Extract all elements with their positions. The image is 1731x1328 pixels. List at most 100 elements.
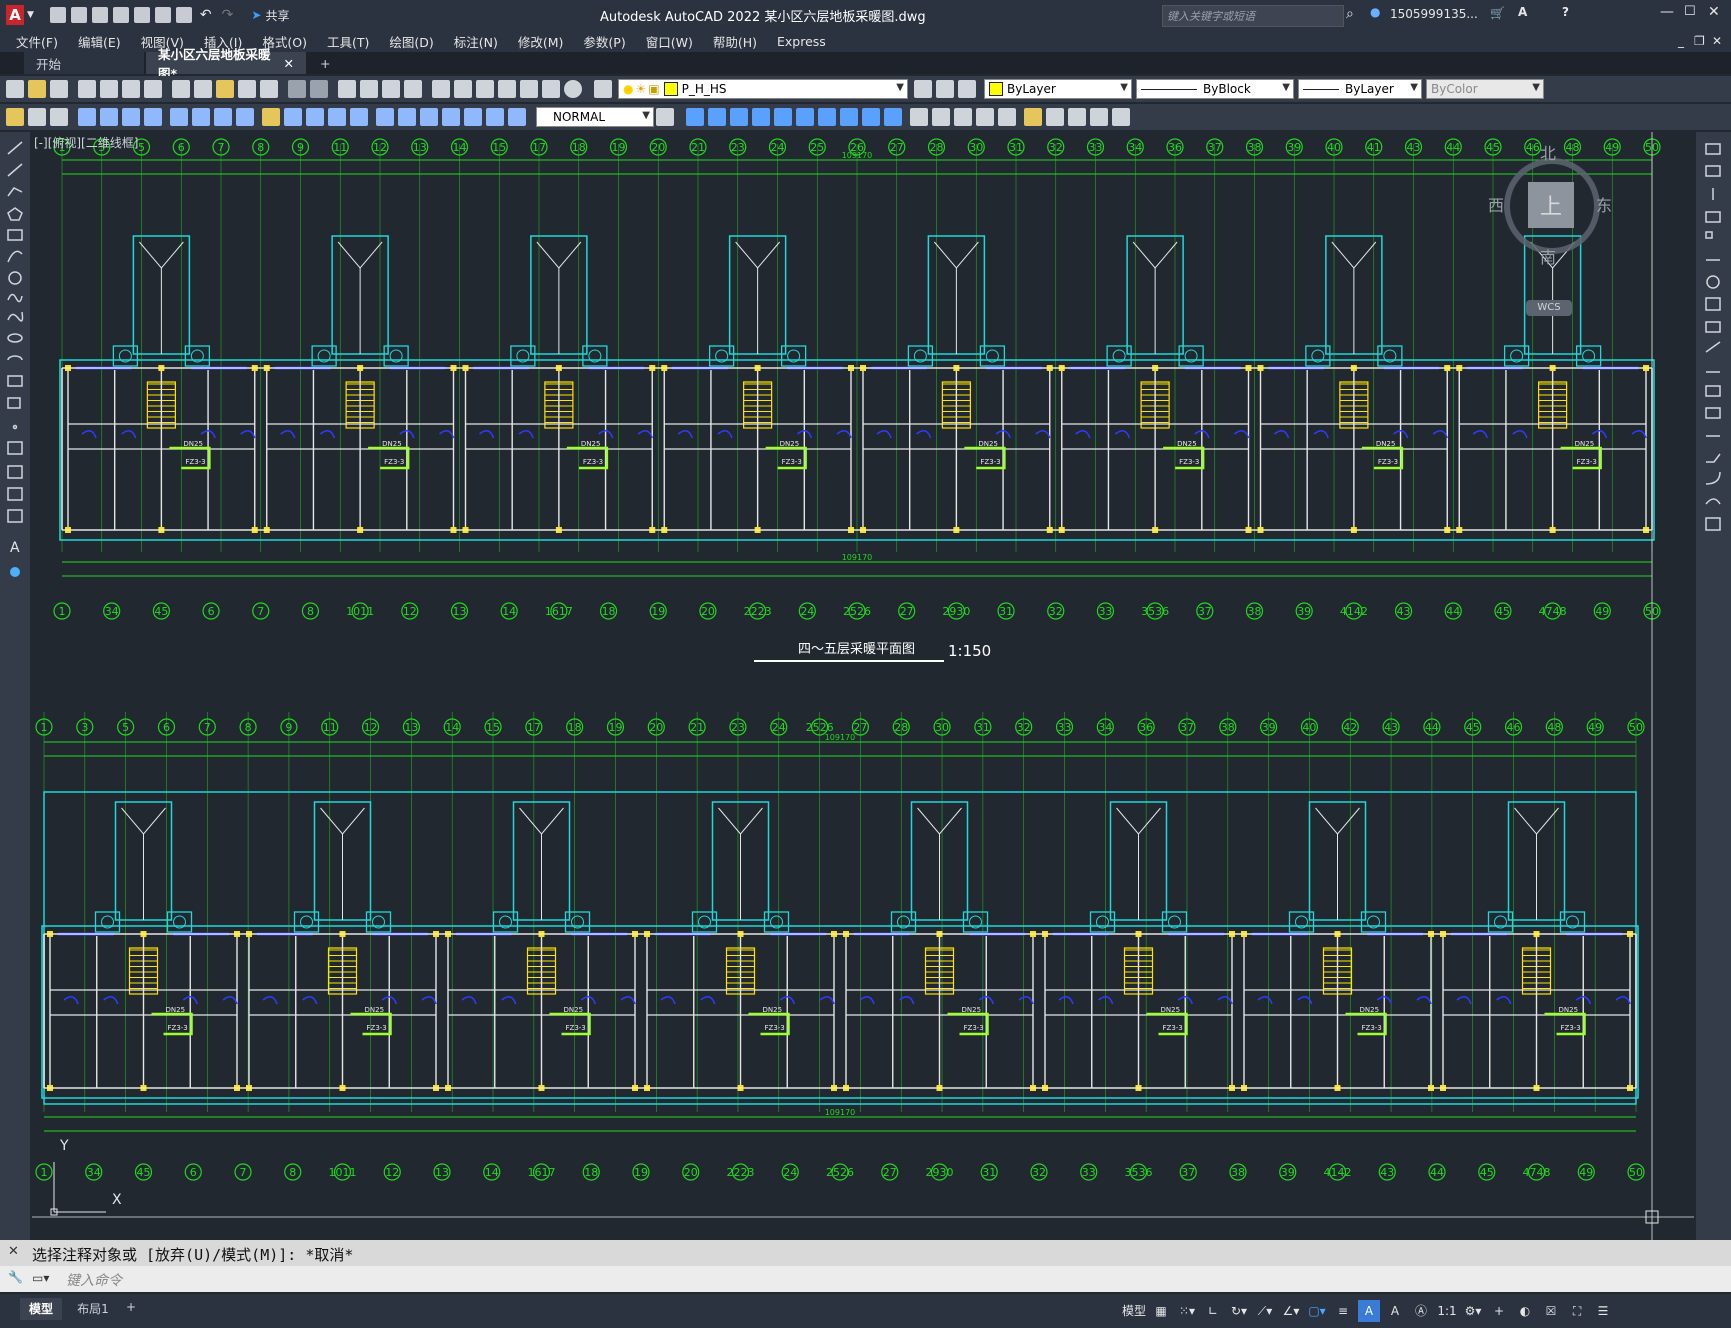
dim-style-icon[interactable] — [28, 108, 46, 126]
preview-icon[interactable] — [100, 80, 118, 98]
layer-dropdown[interactable]: ● ☀ ▣ P_H_HS ▼ — [618, 79, 908, 99]
color-dropdown[interactable]: ByLayer ▼ — [984, 79, 1132, 99]
save-web-icon[interactable] — [154, 7, 171, 23]
open-web-icon[interactable] — [133, 7, 150, 23]
compass-south[interactable]: 南 — [1540, 244, 1556, 268]
menu-express[interactable]: Express — [767, 34, 836, 49]
lineweight-dropdown[interactable]: ByLayer ▼ — [1298, 79, 1422, 99]
add-layout-button[interactable]: + — [126, 1300, 136, 1314]
autocad-logo[interactable]: A — [6, 5, 24, 25]
plot-tb-icon[interactable] — [78, 80, 96, 98]
make-current-layer-icon[interactable] — [914, 80, 932, 98]
model-space-button[interactable]: 模型 — [1122, 1300, 1146, 1322]
save-tb-icon[interactable] — [50, 80, 68, 98]
help-icon[interactable]: ? — [1562, 5, 1569, 19]
fillet-icon[interactable] — [976, 108, 994, 126]
continue-dim-icon[interactable] — [306, 108, 324, 126]
command-line[interactable]: 🔧 ▭▾ 键入命令 — [0, 1266, 1731, 1292]
wcs-button[interactable]: WCS — [1526, 300, 1572, 316]
radius-dim-icon[interactable] — [170, 108, 188, 126]
drawing-canvas[interactable]: [-][俯视][二维线框] 1 3 5 6 7 8 9 11 12 13 14 15 17 18 19 20 2… — [32, 132, 1694, 1240]
dim-update-icon[interactable] — [508, 108, 526, 126]
lock-icon[interactable]: ▣ — [648, 82, 659, 96]
help-tb-icon[interactable] — [564, 80, 582, 98]
tool-palettes-icon[interactable] — [476, 80, 494, 98]
layout-tab-model[interactable]: 模型 — [20, 1298, 62, 1320]
plotstyle-dropdown[interactable]: ByColor ▼ — [1426, 79, 1544, 99]
customize-icon[interactable]: 🔧 — [8, 1270, 23, 1284]
publish-icon[interactable] — [122, 80, 140, 98]
tab-close-icon[interactable]: ✕ — [284, 56, 294, 71]
doc-restore-button[interactable]: ❐ — [1694, 34, 1705, 48]
compass-north[interactable]: 北 — [1540, 140, 1556, 164]
rotate-icon[interactable] — [796, 108, 814, 126]
open-icon[interactable] — [28, 80, 46, 98]
angular-dim-icon[interactable] — [236, 108, 254, 126]
share-icon[interactable]: ➤ — [251, 8, 261, 22]
markup-icon[interactable] — [520, 80, 538, 98]
snap-icon[interactable]: ⁙▾ — [1176, 1300, 1198, 1322]
chamfer-icon[interactable] — [954, 108, 972, 126]
doc-close-button[interactable]: ✕ — [1712, 34, 1722, 48]
offset-icon[interactable] — [730, 108, 748, 126]
compass-east[interactable]: 东 — [1596, 192, 1612, 216]
annotation-scale-value[interactable]: 1:1 — [1436, 1300, 1458, 1322]
undo-tb-icon[interactable] — [288, 80, 306, 98]
copy-obj-icon[interactable] — [686, 108, 704, 126]
inspect-icon[interactable] — [420, 108, 438, 126]
mirror-icon[interactable] — [708, 108, 726, 126]
redo-tb-icon[interactable] — [310, 80, 328, 98]
share-button[interactable]: 共享 — [265, 7, 289, 24]
viewcube[interactable]: 上 北 南 西 东 WCS — [1486, 140, 1616, 316]
arc-length-icon[interactable] — [122, 108, 140, 126]
menu-help[interactable]: 帮助(H) — [703, 32, 767, 51]
cut-icon[interactable] — [172, 80, 190, 98]
viewcube-face-top[interactable]: 上 — [1528, 182, 1574, 228]
qnew-icon[interactable] — [6, 80, 24, 98]
3d-print-icon[interactable] — [144, 80, 162, 98]
linetype-dropdown[interactable]: ByBlock ▼ — [1136, 79, 1294, 99]
command-prompt-icon[interactable]: ▭▾ — [32, 1271, 49, 1285]
sun-icon[interactable]: ☀ — [635, 82, 646, 96]
gradient-icon[interactable] — [1090, 108, 1108, 126]
jogged-dim-icon[interactable] — [192, 108, 210, 126]
grid-icon[interactable]: ▦ — [1150, 1300, 1172, 1322]
stretch-icon[interactable] — [840, 108, 858, 126]
workspace-gear-icon[interactable]: ⚙▾ — [1462, 1300, 1484, 1322]
user-name[interactable]: 1505999135... — [1390, 7, 1478, 21]
annotation-monitor-icon[interactable]: + — [1488, 1300, 1510, 1322]
extend-icon[interactable] — [884, 108, 902, 126]
trim-icon[interactable] — [862, 108, 880, 126]
polar-icon[interactable]: ↻▾ — [1228, 1300, 1250, 1322]
customization-menu-icon[interactable]: ☰ — [1592, 1300, 1614, 1322]
make-block-icon[interactable] — [1046, 108, 1064, 126]
aligned-dim-icon[interactable] — [100, 108, 118, 126]
jogged-linear-icon[interactable] — [442, 108, 460, 126]
search-input[interactable]: 键入关键字或短语 — [1167, 8, 1255, 24]
ordinate-dim-icon[interactable] — [144, 108, 162, 126]
lineweight-display-icon[interactable]: ≡ — [1332, 1300, 1354, 1322]
zoom-window-icon[interactable] — [382, 80, 400, 98]
move-icon[interactable] — [774, 108, 792, 126]
annotation-visibility-icon[interactable]: A — [1358, 1300, 1381, 1322]
dim-edit-icon[interactable] — [464, 108, 482, 126]
center-mark-icon[interactable] — [398, 108, 416, 126]
undo-icon[interactable]: ↶ — [200, 7, 212, 23]
clean-screen-icon[interactable]: ⛶ — [1566, 1300, 1588, 1322]
doc-minimize-button[interactable]: _ — [1678, 34, 1684, 48]
redo-icon[interactable]: ↷ — [222, 7, 234, 23]
menu-tools[interactable]: 工具(T) — [317, 32, 379, 51]
explode-icon[interactable] — [998, 108, 1016, 126]
save-as-icon[interactable] — [112, 7, 129, 23]
open-file-icon[interactable] — [70, 7, 87, 23]
hatch-icon[interactable] — [1068, 108, 1086, 126]
menu-dimension[interactable]: 标注(N) — [444, 32, 508, 51]
design-center-icon[interactable] — [454, 80, 472, 98]
quick-dim-icon[interactable] — [262, 108, 280, 126]
zoom-realtime-icon[interactable] — [360, 80, 378, 98]
autodesk-a-icon[interactable]: A — [1518, 5, 1527, 19]
close-button[interactable]: ✕ — [1708, 4, 1720, 20]
baseline-dim-icon[interactable] — [284, 108, 302, 126]
properties-icon[interactable] — [432, 80, 450, 98]
annotation-scale-icon[interactable]: Ⓐ — [1410, 1300, 1432, 1322]
